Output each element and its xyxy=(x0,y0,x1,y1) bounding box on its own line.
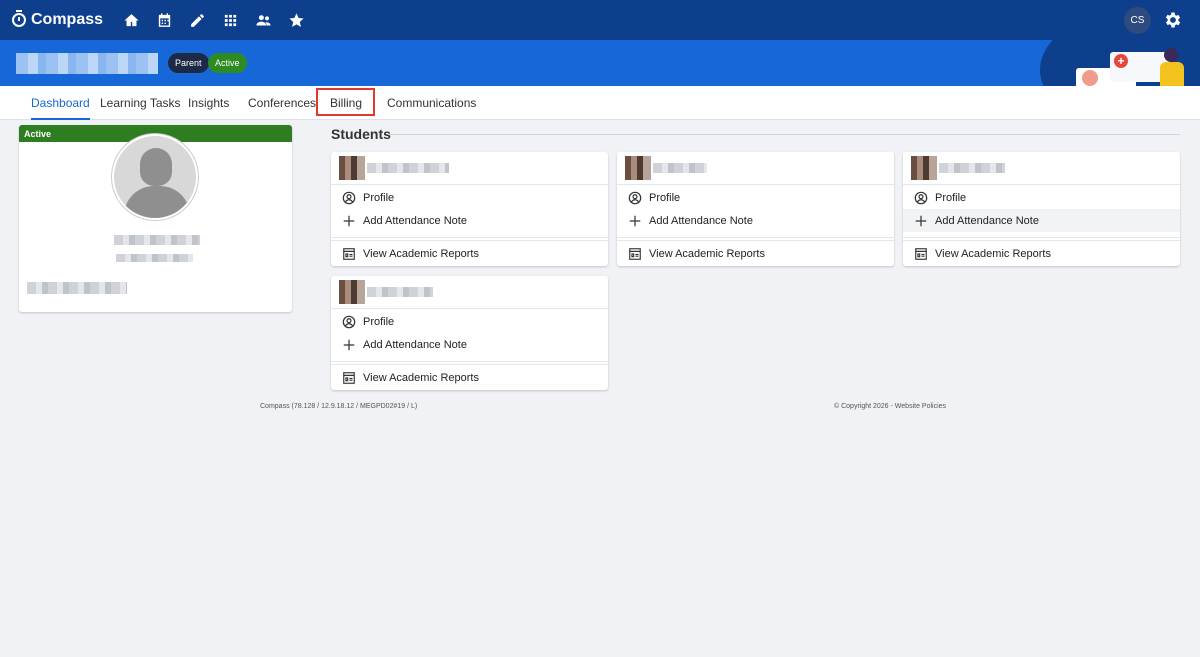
tab-learning-tasks[interactable]: Learning Tasks xyxy=(100,86,181,120)
parent-name-redacted xyxy=(16,53,158,74)
user-circle-icon xyxy=(628,191,642,204)
plus-icon: + xyxy=(1114,54,1128,68)
reports-label: View Academic Reports xyxy=(935,247,1051,260)
add-attendance-note-button[interactable]: Add Attendance Note xyxy=(617,209,894,232)
student-photo-redacted xyxy=(911,156,937,180)
report-icon xyxy=(915,247,927,260)
view-academic-reports-button[interactable]: View Academic Reports xyxy=(331,240,608,266)
status-badge: Active xyxy=(208,53,247,73)
student-card: Profile Add Attendance Note View Academi… xyxy=(331,276,608,390)
pencil-icon[interactable] xyxy=(181,0,214,40)
plus-icon xyxy=(343,215,355,226)
reports-label: View Academic Reports xyxy=(363,371,479,384)
plus-icon xyxy=(343,339,355,350)
profile-detail-redacted xyxy=(116,254,193,262)
gear-icon[interactable] xyxy=(1163,10,1183,30)
apps-grid-icon[interactable] xyxy=(214,0,247,40)
avatar xyxy=(112,134,198,220)
student-photo-redacted xyxy=(339,156,365,180)
tab-bar: Dashboard Learning Tasks Insights Confer… xyxy=(0,86,1200,120)
user-circle-icon xyxy=(914,191,928,204)
view-academic-reports-button[interactable]: View Academic Reports xyxy=(617,240,894,266)
view-academic-reports-button[interactable]: View Academic Reports xyxy=(331,364,608,390)
tab-communications[interactable]: Communications xyxy=(387,86,476,120)
student-name-redacted xyxy=(939,163,1005,173)
student-profile-link[interactable]: Profile xyxy=(331,186,608,209)
student-card: Profile Add Attendance Note View Academi… xyxy=(903,152,1180,266)
app-name: Compass xyxy=(31,11,104,28)
people-icon[interactable] xyxy=(247,0,280,40)
report-icon xyxy=(343,371,355,384)
version-info: Compass (78.128 / 12.9.18.12 / MEGPD02#1… xyxy=(260,403,418,410)
student-photo-redacted xyxy=(339,280,365,304)
tab-insights[interactable]: Insights xyxy=(188,86,229,120)
student-profile-link[interactable]: Profile xyxy=(617,186,894,209)
student-name-redacted xyxy=(367,163,449,173)
student-name-redacted xyxy=(653,163,707,173)
report-icon xyxy=(629,247,641,260)
students-heading: Students xyxy=(331,126,391,142)
student-profile-link[interactable]: Profile xyxy=(903,186,1180,209)
top-nav-bar: Compass CS xyxy=(0,0,1200,40)
banner-illustration-person xyxy=(1150,48,1190,86)
profile-label: Profile xyxy=(935,191,967,204)
student-profile-link[interactable]: Profile xyxy=(331,310,608,333)
star-icon[interactable] xyxy=(280,0,313,40)
divider xyxy=(388,134,1180,135)
reports-label: View Academic Reports xyxy=(649,247,765,260)
banner-illustration-avatar xyxy=(1082,70,1098,86)
stopwatch-logo-icon xyxy=(12,10,26,27)
compass-logo[interactable]: Compass xyxy=(12,10,104,29)
tab-billing[interactable]: Billing xyxy=(330,86,362,120)
student-photo-redacted xyxy=(625,156,651,180)
copyright-link[interactable]: © Copyright 2026 - Website Policies xyxy=(834,403,946,410)
report-icon xyxy=(343,247,355,260)
profile-label: Profile xyxy=(363,315,395,328)
reports-label: View Academic Reports xyxy=(363,247,479,260)
add-attendance-note-button[interactable]: Add Attendance Note xyxy=(903,209,1180,232)
profile-label: Profile xyxy=(363,191,395,204)
home-icon[interactable] xyxy=(115,0,148,40)
tab-dashboard[interactable]: Dashboard xyxy=(31,86,90,120)
student-card-header[interactable] xyxy=(331,276,608,309)
profile-label: Profile xyxy=(649,191,681,204)
student-card: Profile Add Attendance Note View Academi… xyxy=(617,152,894,266)
tab-conferences[interactable]: Conferences xyxy=(248,86,316,120)
calendar-icon[interactable] xyxy=(148,0,181,40)
plus-icon xyxy=(629,215,641,226)
profile-info-redacted xyxy=(27,282,127,294)
plus-icon xyxy=(915,215,927,226)
attendance-label: Add Attendance Note xyxy=(363,338,467,351)
student-name-redacted xyxy=(367,287,433,297)
user-avatar[interactable]: CS xyxy=(1124,7,1151,34)
add-attendance-note-button[interactable]: Add Attendance Note xyxy=(331,209,608,232)
add-attendance-note-button[interactable]: Add Attendance Note xyxy=(331,333,608,356)
attendance-label: Add Attendance Note xyxy=(935,214,1039,227)
view-academic-reports-button[interactable]: View Academic Reports xyxy=(903,240,1180,266)
profile-name-redacted xyxy=(114,235,200,245)
attendance-label: Add Attendance Note xyxy=(363,214,467,227)
attendance-label: Add Attendance Note xyxy=(649,214,753,227)
student-card-header[interactable] xyxy=(331,152,608,185)
student-card: Profile Add Attendance Note View Academi… xyxy=(331,152,608,266)
profile-banner: Parent Active + xyxy=(0,40,1200,86)
user-circle-icon xyxy=(342,315,356,328)
user-circle-icon xyxy=(342,191,356,204)
role-badge: Parent xyxy=(168,53,209,73)
parent-profile-card: Active xyxy=(19,125,292,312)
student-card-header[interactable] xyxy=(903,152,1180,185)
student-card-header[interactable] xyxy=(617,152,894,185)
